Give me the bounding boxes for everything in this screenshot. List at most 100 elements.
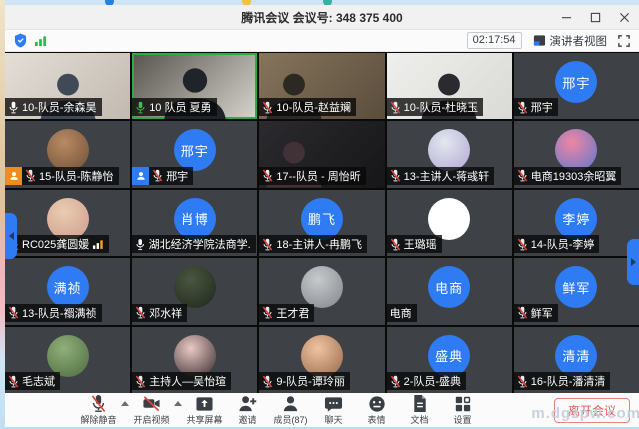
- participant-tile[interactable]: 鲜军鲜军: [514, 258, 639, 324]
- network-signal-icon[interactable]: [34, 35, 47, 47]
- avatar: 盛典: [428, 335, 470, 377]
- avatar: [47, 129, 89, 171]
- participant-tile[interactable]: 王璐瑶: [387, 190, 512, 256]
- participant-label-row: 电商: [387, 304, 417, 322]
- docs-button[interactable]: 文档: [398, 394, 441, 426]
- mic-muted-icon: [390, 375, 401, 388]
- chevron-left-icon: [9, 232, 14, 240]
- settings-button[interactable]: 设置: [441, 394, 484, 426]
- participant-tile[interactable]: 李婷14-队员-李婷: [514, 190, 639, 256]
- participant-tile[interactable]: 10-队员-余森昊: [5, 53, 130, 119]
- participant-name: 鲜军: [531, 305, 553, 321]
- participant-label-row: RC025龚圆媛: [5, 235, 109, 253]
- mic-muted-icon: [390, 101, 401, 114]
- participant-tile[interactable]: 10-队员-杜晓玉: [387, 53, 512, 119]
- mic-muted-icon: [25, 169, 36, 182]
- members-button[interactable]: 成员(87): [269, 394, 312, 426]
- participant-label-row: 15-队员-陈静怡: [5, 167, 119, 185]
- participant-tile[interactable]: 清清16-队员-潘清清: [514, 327, 639, 393]
- participant-tile[interactable]: 13-主讲人-蒋彧轩: [387, 121, 512, 187]
- participant-label-row: 邢宇: [132, 167, 193, 185]
- participant-label-row: 王璐瑶: [387, 235, 442, 253]
- participant-name: 邢宇: [531, 99, 553, 115]
- participant-name-capsule: 鲜军: [514, 304, 558, 322]
- meeting-health-shield-icon[interactable]: [14, 33, 27, 48]
- participant-tile[interactable]: 毛志斌: [5, 327, 130, 393]
- participant-name-capsule: 10-队员-杜晓玉: [387, 98, 484, 116]
- network-quality-icon: [92, 239, 104, 250]
- participant-label-row: 邢宇: [514, 98, 558, 116]
- meeting-statusbar: 02:17:54 演讲者视图: [5, 30, 639, 52]
- maximize-icon: [590, 12, 601, 23]
- participant-tile[interactable]: 电商电商: [387, 258, 512, 324]
- mic-muted-icon: [262, 306, 273, 319]
- participant-tile[interactable]: 主持人—吴怡瑄: [132, 327, 257, 393]
- participant-tile[interactable]: 10 队员 夏勇: [132, 53, 257, 119]
- start-video-button-options-caret[interactable]: [174, 401, 182, 406]
- mic-muted-icon: [8, 306, 19, 319]
- participant-tile[interactable]: 电商19303余昭翼: [514, 121, 639, 187]
- next-page-button[interactable]: [627, 239, 639, 285]
- person-icon: [9, 171, 19, 181]
- minimize-button[interactable]: [552, 5, 581, 29]
- meeting-toolbar: 解除静音开启视频共享屏幕 邀请成员(87)聊天表情文档设置 离开会议: [5, 393, 639, 427]
- participant-name: 电商19303余昭翼: [531, 168, 617, 184]
- close-icon: [619, 12, 630, 23]
- start-video-button[interactable]: 开启视频: [130, 394, 173, 426]
- unmute-button-options-caret[interactable]: [121, 401, 129, 406]
- minimize-icon: [561, 12, 572, 23]
- blue-role-badge: [132, 167, 149, 185]
- participant-tile[interactable]: 17--队员 - 周怡昕: [259, 121, 384, 187]
- participant-tile[interactable]: 邓水祥: [132, 258, 257, 324]
- participant-tile[interactable]: 15-队员-陈静怡: [5, 121, 130, 187]
- invite-icon: [238, 394, 257, 413]
- invite-button[interactable]: 邀请: [226, 394, 269, 426]
- speaker-view-button[interactable]: 演讲者视图: [533, 33, 608, 49]
- avatar: [301, 266, 343, 308]
- share-screen-button[interactable]: 共享屏幕: [183, 394, 226, 426]
- members-icon: [281, 394, 300, 413]
- fullscreen-icon[interactable]: [618, 35, 630, 47]
- chat-icon: [324, 394, 343, 413]
- participant-name: 10-队员-余森昊: [22, 99, 97, 115]
- prev-page-button[interactable]: [5, 213, 17, 259]
- settings-button-label: 设置: [453, 413, 471, 426]
- invite-button-label: 邀请: [238, 413, 256, 426]
- mic-muted-icon: [262, 169, 273, 182]
- mic-muted-icon: [90, 394, 107, 413]
- participant-tile[interactable]: 9-队员-谭玲丽: [259, 327, 384, 393]
- participant-name-capsule: 王璐瑶: [387, 235, 442, 253]
- close-button[interactable]: [610, 5, 639, 29]
- mic-muted-icon: [135, 375, 146, 388]
- participant-tile[interactable]: 满祯13-队员-禤满祯: [5, 258, 130, 324]
- participant-name: 毛志斌: [22, 373, 55, 389]
- mic-muted-icon: [262, 101, 273, 114]
- participant-name-capsule: 13-队员-禤满祯: [5, 304, 102, 322]
- participant-tile[interactable]: RC025龚圆媛: [5, 190, 130, 256]
- participant-tile[interactable]: 邢宇邢宇: [132, 121, 257, 187]
- participant-name-capsule: 电商19303余昭翼: [514, 167, 622, 185]
- leave-meeting-button[interactable]: 离开会议: [554, 398, 630, 423]
- maximize-button[interactable]: [581, 5, 610, 29]
- participant-name: 13-主讲人-蒋彧轩: [404, 168, 490, 184]
- camera-muted-icon: [142, 394, 161, 413]
- participant-tile[interactable]: 王才君: [259, 258, 384, 324]
- unmute-button[interactable]: 解除静音: [77, 394, 120, 426]
- person-icon: [136, 171, 146, 181]
- participant-name: 14-队员-李婷: [531, 236, 595, 252]
- participant-name-capsule: 邢宇: [149, 167, 193, 185]
- share-screen-button-label: 共享屏幕: [186, 413, 222, 426]
- chat-button[interactable]: 聊天: [312, 394, 355, 426]
- mic-muted-icon: [517, 169, 528, 182]
- share-screen-icon: [195, 394, 214, 413]
- emoji-button[interactable]: 表情: [355, 394, 398, 426]
- participant-tile[interactable]: 10-队员-赵益斓: [259, 53, 384, 119]
- participant-tile[interactable]: 鹏飞18-主讲人-冉鹏飞: [259, 190, 384, 256]
- avatar: 邢宇: [555, 61, 597, 103]
- mic-icon: [135, 101, 146, 114]
- participant-tile[interactable]: 邢宇邢宇: [514, 53, 639, 119]
- avatar: [555, 129, 597, 171]
- participant-tile[interactable]: 盛典2-队员-盛典: [387, 327, 512, 393]
- participant-tile[interactable]: 肖博湖北经济学院法商学...: [132, 190, 257, 256]
- participant-name: 主持人—吴怡瑄: [149, 373, 226, 389]
